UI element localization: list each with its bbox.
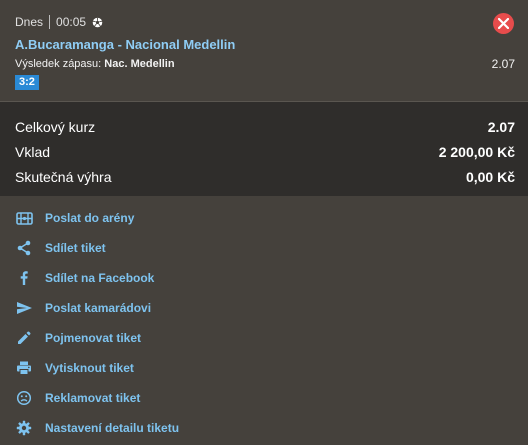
ticket-summary: Celkový kurz 2.07 Vklad 2 200,00 Kč Skut… — [0, 101, 528, 196]
close-icon — [498, 18, 509, 29]
action-label: Vytisknout tiket — [45, 361, 134, 375]
ticket-detail-settings-link[interactable]: Nastavení detailu tiketu — [15, 417, 315, 439]
print-ticket-link[interactable]: Vytisknout tiket — [15, 357, 315, 379]
gear-icon — [15, 419, 33, 437]
action-label: Sdílet tiket — [45, 241, 106, 255]
bet-meta: Dnes 00:05 — [15, 14, 103, 30]
complain-ticket-link[interactable]: Reklamovat tiket — [15, 387, 315, 409]
stake-value: 2 200,00 Kč — [438, 144, 515, 160]
rename-ticket-link[interactable]: Pojmenovat tiket — [15, 327, 315, 349]
remove-bet-button[interactable] — [493, 13, 514, 34]
divider — [49, 15, 51, 29]
stake-row: Vklad 2 200,00 Kč — [15, 142, 515, 162]
bet-selection: Výsledek zápasu: Nac. Medellin — [15, 58, 175, 70]
soccer-ball-icon — [92, 17, 103, 27]
score-badge: 3:2 — [15, 75, 39, 90]
stake-label: Vklad — [15, 144, 51, 160]
arena-icon — [15, 209, 33, 227]
share-ticket-link[interactable]: Sdílet tiket — [15, 237, 315, 259]
facebook-icon — [15, 269, 33, 287]
win-label: Skutečná výhra — [15, 169, 112, 185]
selection-name: Nac. Medellin — [104, 58, 175, 70]
match-name-link[interactable]: A.Bucaramanga - Nacional Medellin — [15, 37, 235, 52]
total-odds-label: Celkový kurz — [15, 119, 96, 135]
action-label: Poslat kamarádovi — [45, 301, 152, 315]
total-odds-row: Celkový kurz 2.07 — [15, 117, 515, 137]
market-label: Výsledek zápasu: — [15, 58, 102, 70]
print-icon — [15, 359, 33, 377]
action-label: Poslat do arény — [45, 211, 135, 225]
win-row: Skutečná výhra 0,00 Kč — [15, 167, 515, 187]
complaint-icon — [15, 389, 33, 407]
send-icon — [15, 299, 33, 317]
share-facebook-link[interactable]: Sdílet na Facebook — [15, 267, 315, 289]
send-to-arena-link[interactable]: Poslat do arény — [15, 207, 315, 229]
action-label: Nastavení detailu tiketu — [45, 421, 180, 435]
send-to-friend-link[interactable]: Poslat kamarádovi — [15, 297, 315, 319]
action-label: Pojmenovat tiket — [45, 331, 142, 345]
bet-item: Dnes 00:05 A.Bucaramanga - Nacional Mede… — [0, 0, 528, 100]
day-label: Dnes — [15, 15, 44, 29]
action-label: Sdílet na Facebook — [45, 271, 155, 285]
win-value: 0,00 Kč — [465, 169, 515, 185]
pencil-icon — [15, 329, 33, 347]
total-odds-value: 2.07 — [487, 119, 515, 135]
selection-odd: 2.07 — [491, 57, 515, 71]
share-icon — [15, 239, 33, 257]
match-time: 00:05 — [56, 15, 87, 29]
action-label: Reklamovat tiket — [45, 391, 141, 405]
